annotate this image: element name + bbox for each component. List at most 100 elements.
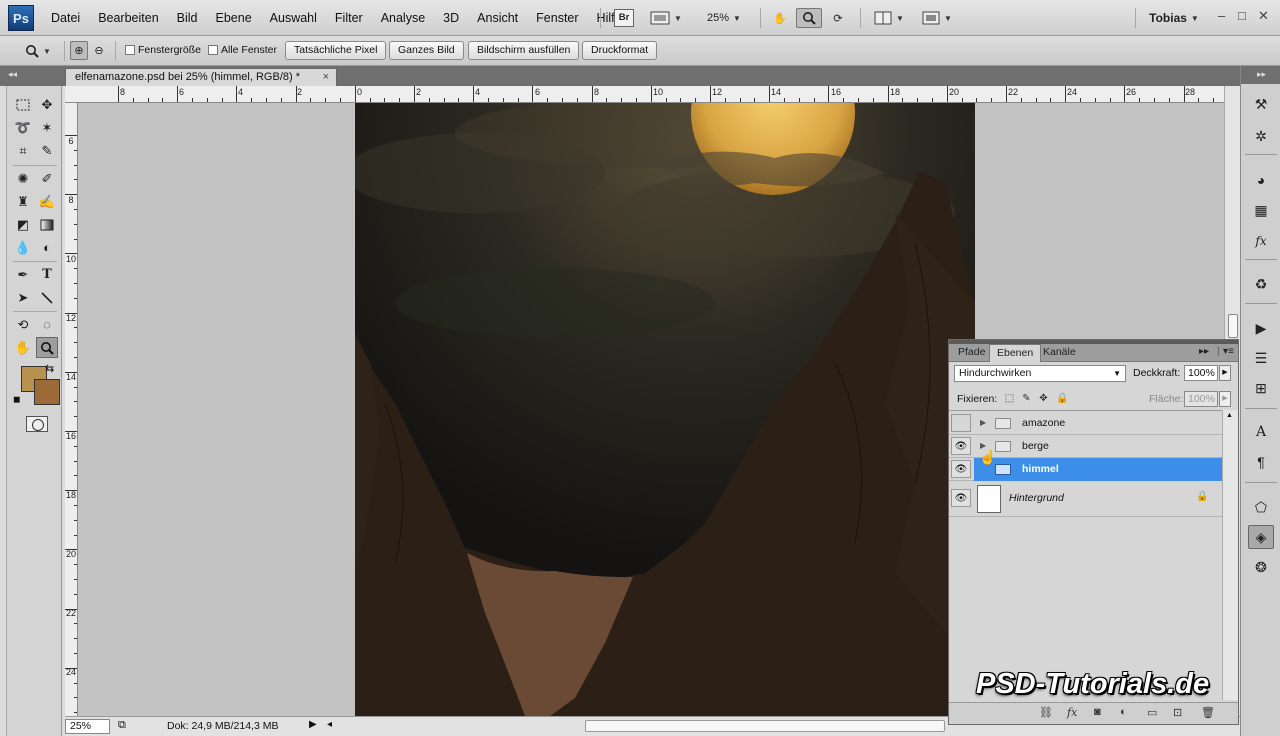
gradient-tool[interactable] [36, 214, 58, 235]
3d-rotate-tool[interactable]: ⟲ [12, 314, 34, 335]
menu-analyse[interactable]: Analyse [372, 11, 434, 25]
collapse-panel-icon[interactable]: ▸▸ [1199, 346, 1209, 357]
dock-channels[interactable]: ❂ [1248, 555, 1274, 579]
marquee-tool[interactable] [12, 94, 34, 115]
opacity-slider-button[interactable]: ▶ [1219, 365, 1231, 381]
photoshop-logo[interactable]: Ps [8, 5, 34, 31]
expand-triangle-icon[interactable]: ▶ [980, 418, 986, 427]
status-menu-arrow-icon[interactable]: ▶ [309, 719, 317, 730]
close-icon[interactable]: ✕ [1258, 8, 1269, 24]
scroll-up-icon[interactable]: ▲ [1226, 412, 1233, 419]
layer-main[interactable]: himmel [974, 458, 1222, 481]
tab-ebenen[interactable]: Ebenen [989, 344, 1042, 362]
fill-input[interactable]: 100% [1184, 391, 1218, 407]
horizontal-scrollbar-thumb[interactable] [585, 720, 945, 732]
zoom-tool-button[interactable] [796, 8, 822, 28]
visibility-toggle[interactable] [951, 414, 971, 432]
add-mask-icon[interactable]: ◙ [1094, 706, 1101, 718]
status-preview-icon[interactable]: ⧉ [118, 719, 126, 732]
lock-image-icon[interactable]: ✎ [1021, 393, 1032, 404]
zoom-level-dropdown[interactable]: 25% ▼ [700, 8, 748, 28]
bridge-button[interactable]: Br [613, 8, 635, 28]
layer-row-hintergrund[interactable]: 👁 Hintergrund 🔒 [949, 481, 1222, 517]
print-size-button[interactable]: Druckformat [582, 41, 658, 60]
zoom-out-button[interactable]: ⊖ [90, 41, 108, 60]
dock-paths[interactable]: ⬠ [1248, 495, 1274, 519]
scroll-left-icon[interactable]: ◂ [327, 719, 332, 730]
healing-brush-tool[interactable]: ✺ [12, 168, 34, 189]
dock-swatches[interactable]: ▦ [1248, 198, 1274, 222]
document-canvas[interactable] [355, 103, 975, 716]
eraser-tool[interactable]: ◩ [12, 214, 34, 235]
layer-main[interactable]: Hintergrund 🔒 [974, 481, 1222, 517]
minimize-icon[interactable]: – [1218, 8, 1225, 23]
layer-main[interactable]: ▶ berge [974, 435, 1222, 458]
layer-row-amazone[interactable]: ▶ amazone [949, 412, 1222, 435]
menu-auswahl[interactable]: Auswahl [261, 11, 326, 25]
lock-all-icon[interactable]: 🔒 [1056, 393, 1068, 404]
visibility-toggle[interactable]: 👁 [951, 437, 971, 455]
fit-screen-button[interactable]: Ganzes Bild [389, 41, 464, 60]
expand-panels-icon[interactable]: ▸▸ [1257, 69, 1266, 80]
background-color-swatch[interactable] [34, 379, 60, 405]
menu-filter[interactable]: Filter [326, 11, 372, 25]
menu-3d[interactable]: 3D [434, 11, 468, 25]
document-tab[interactable]: elfenamazone.psd bei 25% (himmel, RGB/8)… [65, 68, 337, 86]
visibility-toggle[interactable]: 👁 [951, 489, 971, 507]
dock-actions[interactable]: ▶ [1248, 316, 1274, 340]
blend-mode-select[interactable]: Hindurchwirken ▼ [954, 365, 1126, 382]
tab-kanaele[interactable]: Kanäle [1036, 344, 1083, 362]
dock-styles[interactable]: fx [1248, 229, 1274, 253]
path-selection-tool[interactable]: ➤ [12, 287, 34, 308]
dock-character[interactable]: A [1248, 420, 1274, 444]
menu-bild[interactable]: Bild [168, 11, 207, 25]
link-layers-icon[interactable]: ⛓ [1039, 706, 1053, 719]
tool-preset-picker[interactable]: ▼ [18, 41, 58, 61]
layer-main[interactable]: ▶ amazone [974, 412, 1222, 435]
type-tool[interactable]: T [36, 264, 58, 285]
dock-layers[interactable]: ◈ [1248, 525, 1274, 549]
line-tool[interactable] [36, 287, 58, 308]
extras-dropdown[interactable]: ▼ [648, 8, 684, 28]
eyedropper-tool[interactable]: ✎ [36, 140, 58, 161]
menu-ansicht[interactable]: Ansicht [468, 11, 527, 25]
menu-ebene[interactable]: Ebene [207, 11, 261, 25]
pen-tool[interactable]: ✒ [12, 264, 34, 285]
collapse-toolbox-icon[interactable]: ◂◂ [8, 69, 17, 80]
swap-colors-icon[interactable]: ⇆ [45, 362, 54, 375]
default-colors-icon[interactable]: ◼ [13, 394, 20, 405]
close-document-icon[interactable]: × [323, 69, 329, 86]
3d-orbit-tool[interactable]: ◌ [36, 314, 58, 335]
arrange-documents-dropdown[interactable]: ▼ [870, 8, 908, 28]
panel-menu-icon[interactable]: ▾≡ [1223, 346, 1234, 357]
layers-scrollbar[interactable]: ▲ [1222, 410, 1238, 700]
all-windows-checkbox[interactable]: Alle Fenster [208, 44, 277, 56]
layer-style-icon[interactable]: fx [1067, 706, 1077, 719]
delete-layer-icon[interactable]: 🗑 [1201, 706, 1215, 719]
lock-position-icon[interactable]: ✥ [1038, 393, 1049, 404]
tab-pfade[interactable]: Pfade [951, 344, 992, 362]
menu-bearbeiten[interactable]: Bearbeiten [89, 11, 167, 25]
dock-masks[interactable]: ♻ [1248, 272, 1274, 296]
crop-tool[interactable]: ⌗ [12, 140, 34, 161]
resize-windows-checkbox[interactable]: Fenstergröße [125, 44, 201, 56]
blur-tool[interactable]: 💧 [12, 237, 34, 258]
menu-datei[interactable]: Datei [42, 11, 89, 25]
dodge-tool[interactable]: ◐ [36, 237, 58, 258]
maximize-icon[interactable]: □ [1238, 8, 1246, 23]
history-brush-tool[interactable]: ✍ [36, 191, 58, 212]
zoom-tool[interactable] [36, 337, 58, 358]
magic-wand-tool[interactable]: ✶ [36, 117, 58, 138]
hand-tool-button[interactable]: ✋ [769, 8, 791, 28]
adjustment-layer-icon[interactable]: ◐ [1120, 706, 1127, 718]
menu-fenster[interactable]: Fenster [527, 11, 587, 25]
dock-history[interactable]: ☰ [1248, 346, 1274, 370]
visibility-toggle[interactable]: 👁 [951, 460, 971, 478]
fill-screen-button[interactable]: Bildschirm ausfüllen [468, 41, 580, 60]
scrollbar-thumb[interactable] [1228, 314, 1238, 338]
move-tool[interactable]: ✥ [36, 94, 58, 115]
dock-color[interactable]: ◕ [1248, 168, 1274, 192]
dock-paragraph[interactable]: ¶ [1248, 450, 1274, 474]
status-zoom-field[interactable]: 25% [65, 719, 110, 734]
new-group-icon[interactable]: ▭ [1147, 706, 1157, 719]
